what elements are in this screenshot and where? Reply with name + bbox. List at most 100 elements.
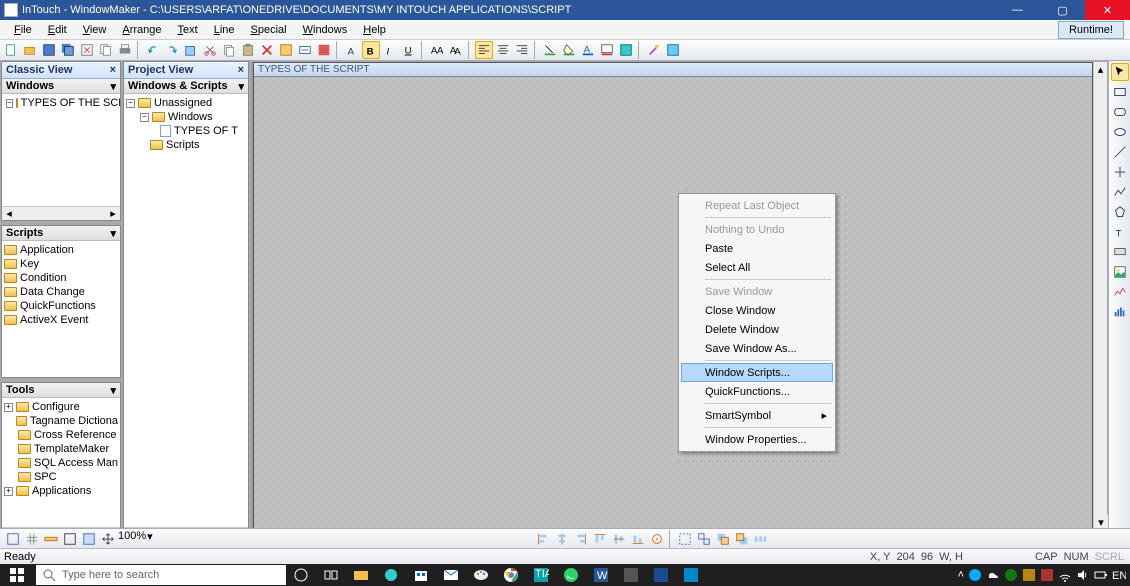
tree-root[interactable]: − TYPES OF THE SCR	[4, 96, 118, 110]
copy-icon[interactable]	[220, 41, 238, 59]
align-c-icon[interactable]	[553, 530, 571, 548]
word-icon[interactable]: W	[586, 564, 616, 586]
tree-item[interactable]: +Applications	[4, 484, 118, 498]
dup-icon[interactable]	[97, 41, 115, 59]
tia-icon[interactable]: TIA	[526, 564, 556, 586]
ctx-select-all[interactable]: Select All	[681, 258, 833, 277]
dup2-icon[interactable]	[182, 41, 200, 59]
window-color-icon[interactable]	[598, 41, 616, 59]
onedrive-icon[interactable]	[986, 568, 1000, 582]
expand-icon[interactable]: +	[4, 403, 13, 412]
tree-item[interactable]: ActiveX Event	[4, 313, 118, 327]
print-icon[interactable]	[116, 41, 134, 59]
whatsapp-icon[interactable]	[556, 564, 586, 586]
ctx-paste[interactable]: Paste	[681, 239, 833, 258]
store-icon[interactable]	[406, 564, 436, 586]
italic-icon[interactable]: I	[381, 41, 399, 59]
save-all-icon[interactable]	[59, 41, 77, 59]
btn-a-icon[interactable]	[315, 41, 333, 59]
back-icon[interactable]	[733, 530, 751, 548]
minimize-button[interactable]: —	[995, 0, 1040, 20]
app1-icon[interactable]	[616, 564, 646, 586]
align-r-icon[interactable]	[572, 530, 590, 548]
menu-windows[interactable]: Windows	[295, 22, 356, 38]
underline-icon[interactable]: U	[400, 41, 418, 59]
menu-view[interactable]: View	[75, 22, 115, 38]
ctx-window-properties[interactable]: Window Properties...	[681, 430, 833, 449]
expand-icon[interactable]: +	[4, 487, 13, 496]
trend-icon[interactable]	[1111, 283, 1129, 301]
delete-icon[interactable]	[258, 41, 276, 59]
teamviewer-icon[interactable]	[968, 568, 982, 582]
wifi-icon[interactable]	[1058, 568, 1072, 582]
menu-special[interactable]: Special	[243, 22, 295, 38]
chevron-down-icon[interactable]: ▾	[110, 227, 116, 240]
pan-icon[interactable]	[99, 530, 117, 548]
close-icon[interactable]: ×	[238, 64, 244, 76]
ctx-smartsymbol[interactable]: SmartSymbol▸	[681, 406, 833, 425]
close-icon[interactable]: ×	[110, 64, 116, 76]
start-button[interactable]	[0, 564, 34, 586]
system-tray[interactable]: ˄ ENG	[958, 568, 1130, 582]
align-l-icon[interactable]	[534, 530, 552, 548]
symbol-icon[interactable]	[664, 41, 682, 59]
tree-item[interactable]: Condition	[4, 271, 118, 285]
ctx-close-window[interactable]: Close Window	[681, 301, 833, 320]
paint-icon[interactable]	[466, 564, 496, 586]
rect-icon[interactable]	[1111, 83, 1129, 101]
tree-item[interactable]: Cross Reference	[4, 428, 118, 442]
text-icon[interactable]: T	[1111, 223, 1129, 241]
lang-icon[interactable]: ENG	[1112, 568, 1126, 582]
group-icon[interactable]	[676, 530, 694, 548]
chrome-icon[interactable]	[496, 564, 526, 586]
canvas-window[interactable]: TYPES OF THE SCRIPT	[253, 62, 1093, 529]
tagname-icon[interactable]	[296, 41, 314, 59]
bitmap-icon[interactable]	[1111, 263, 1129, 281]
fill-color-icon[interactable]	[560, 41, 578, 59]
taskview-icon[interactable]	[316, 564, 346, 586]
tree-item[interactable]: Application	[4, 243, 118, 257]
wizard-icon[interactable]	[645, 41, 663, 59]
close-button[interactable]: ✕	[1085, 0, 1130, 20]
save-icon[interactable]	[40, 41, 58, 59]
bold-icon[interactable]: B	[362, 41, 380, 59]
chevron-down-icon[interactable]: ▾	[238, 80, 244, 93]
text-color-icon[interactable]: A	[579, 41, 597, 59]
transparent-icon[interactable]	[617, 41, 635, 59]
align-m-icon[interactable]	[610, 530, 628, 548]
scrollbar-x[interactable]: ◂▸	[2, 206, 120, 220]
mail-icon[interactable]	[436, 564, 466, 586]
new-icon[interactable]	[2, 41, 20, 59]
polygon-icon[interactable]	[1111, 203, 1129, 221]
cortana-icon[interactable]	[286, 564, 316, 586]
zoom-value[interactable]: 100%	[118, 530, 146, 548]
grow-font-icon[interactable]: AA	[447, 41, 465, 59]
collapse-icon[interactable]: −	[6, 99, 13, 108]
front-icon[interactable]	[714, 530, 732, 548]
grid-icon[interactable]	[23, 530, 41, 548]
histtrend-icon[interactable]	[1111, 303, 1129, 321]
runtime-button[interactable]: Runtime!	[1058, 21, 1124, 39]
key-icon[interactable]	[277, 41, 295, 59]
menu-file[interactable]: File	[6, 22, 40, 38]
line-icon[interactable]	[1111, 143, 1129, 161]
roundrect-icon[interactable]	[1111, 103, 1129, 121]
close-win-icon[interactable]	[78, 41, 96, 59]
full-icon[interactable]	[61, 530, 79, 548]
ungroup-icon[interactable]	[695, 530, 713, 548]
polyline-icon[interactable]	[1111, 183, 1129, 201]
redo-icon[interactable]	[163, 41, 181, 59]
tree-item[interactable]: QuickFunctions	[4, 299, 118, 313]
xbox-icon[interactable]	[1004, 568, 1018, 582]
app-tray2-icon[interactable]	[1040, 568, 1054, 582]
tree-item[interactable]: −Unassigned	[126, 96, 246, 110]
menu-help[interactable]: Help	[355, 22, 394, 38]
tray-up-icon[interactable]: ˄	[958, 569, 964, 581]
paste-icon[interactable]	[239, 41, 257, 59]
search-box[interactable]: Type here to search	[36, 565, 286, 585]
font-icon[interactable]: A	[343, 41, 361, 59]
tree-item[interactable]: +Configure	[4, 400, 118, 414]
distribute-h-icon[interactable]	[752, 530, 770, 548]
cut-icon[interactable]	[201, 41, 219, 59]
tree-item[interactable]: TYPES OF T	[126, 124, 246, 138]
